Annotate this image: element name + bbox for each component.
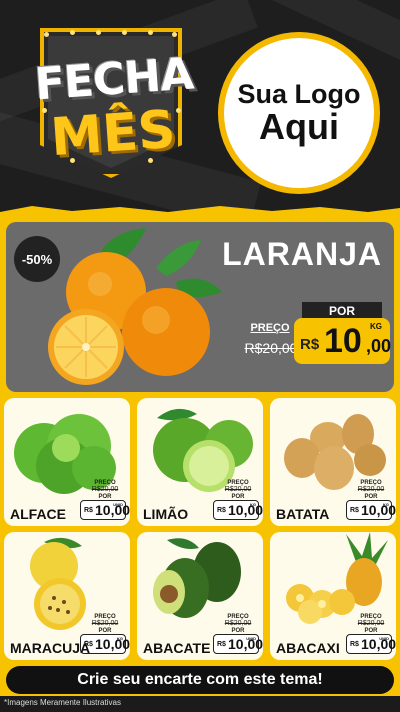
product-card-alface[interactable]: PREÇO R$20,00 POR R$ 10,00 UNID ALFACE — [4, 398, 130, 526]
featured-product-card[interactable]: -50% LARANJA PREÇO R$20,00 POR R$ 10 ,00… — [6, 222, 394, 392]
unit-label: UNID — [113, 502, 123, 507]
product-name: LIMÃO — [143, 506, 189, 522]
old-price: R$20,00 — [224, 486, 252, 493]
price-value: 10,00 — [361, 502, 396, 518]
marquee-light — [70, 30, 75, 35]
old-price: R$20,00 — [224, 620, 252, 627]
product-name: ABACATE — [143, 640, 211, 656]
old-price: R$20,00 — [357, 620, 385, 627]
currency-label: R$ — [84, 507, 93, 514]
logo-text-line2: Aqui — [259, 106, 339, 148]
old-price: R$20,00 — [244, 340, 298, 356]
old-price-label: PREÇO — [250, 322, 290, 334]
logo-placeholder: Sua Logo Aqui — [218, 32, 380, 194]
marquee-light — [172, 32, 177, 37]
product-name: BATATA — [276, 506, 330, 522]
unit-label: KG — [250, 502, 256, 507]
currency-label: R$ — [217, 641, 226, 648]
price-box: R$ 10,00 KG — [213, 500, 263, 520]
unit-label: UNID — [246, 636, 256, 641]
product-card-batata[interactable]: PREÇO R$20,00 POR R$ 10,00 KG BATATA — [270, 398, 396, 526]
marquee-light — [148, 30, 153, 35]
old-price: R$20,00 — [357, 486, 385, 493]
product-card-maracuja[interactable]: PREÇO R$20,00 POR R$ 10,00 KG MARACUJÁ — [4, 532, 130, 660]
marquee-light — [122, 30, 127, 35]
marquee-light — [96, 30, 101, 35]
featured-product-name: LARANJA — [222, 236, 382, 272]
old-price: R$20,00 — [91, 486, 119, 493]
currency-label: R$ — [350, 507, 359, 514]
marquee-light — [44, 32, 49, 37]
currency-label: R$ — [300, 336, 320, 353]
price-main: 10 — [324, 322, 362, 360]
logo-text-line1: Sua Logo — [237, 78, 361, 109]
featured-price-box: R$ 10 ,00 KG — [294, 318, 392, 364]
header: FECHA MÊS Sua Logo Aqui — [0, 0, 400, 212]
price-box: R$ 10,00 UNID — [80, 500, 130, 520]
unit-label: KG — [117, 636, 123, 641]
price-box: R$ 10,00 UNID — [346, 634, 396, 654]
price-value: 10,00 — [228, 502, 263, 518]
product-card-abacaxi[interactable]: PREÇO R$20,00 POR R$ 10,00 UNID ABACAXI — [270, 532, 396, 660]
currency-label: R$ — [350, 641, 359, 648]
price-value: 10,00 — [95, 636, 130, 652]
product-name: ABACAXI — [276, 640, 340, 656]
product-name: ALFACE — [10, 506, 66, 522]
orange-image — [48, 228, 222, 385]
product-name: MARACUJÁ — [10, 640, 91, 656]
price-box: R$ 10,00 UNID — [213, 634, 263, 654]
badge-title-line2: MÊS — [48, 99, 178, 169]
fecha-mes-badge: FECHA MÊS — [30, 18, 195, 186]
product-card-abacate[interactable]: PREÇO R$20,00 POR R$ 10,00 UNID ABACATE — [137, 532, 263, 660]
price-cents: ,00 — [366, 336, 392, 356]
footnote: *Imagens Meramente Ilustrativas — [4, 698, 121, 707]
discount-badge: -50% — [14, 236, 60, 282]
unit-label: UNID — [379, 636, 389, 641]
price-box: R$ 10,00 KG — [346, 500, 396, 520]
currency-label: R$ — [217, 507, 226, 514]
cta-banner[interactable]: Crie seu encarte com este tema! — [6, 666, 394, 694]
product-card-limao[interactable]: PREÇO R$20,00 POR R$ 10,00 KG LIMÃO — [137, 398, 263, 526]
unit-label: KG — [383, 502, 389, 507]
old-price: R$20,00 — [91, 620, 119, 627]
unit-label: KG — [370, 322, 382, 331]
